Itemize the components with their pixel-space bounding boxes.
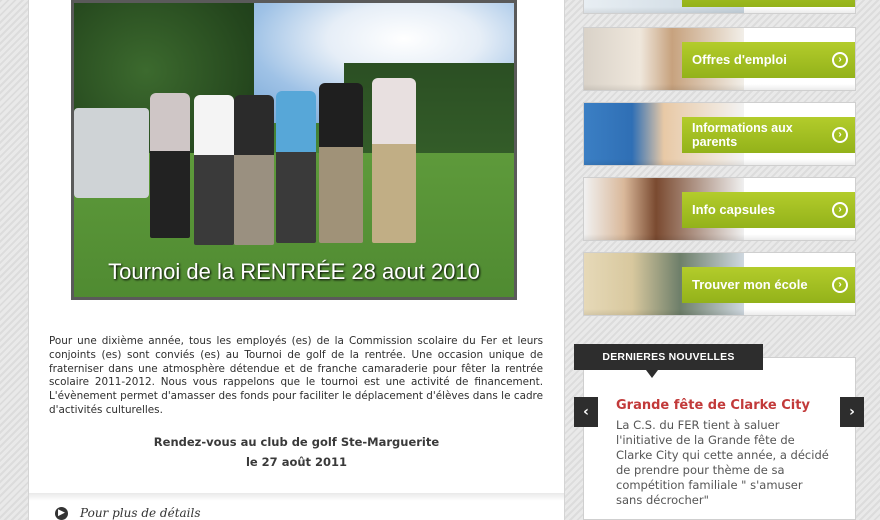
golfer	[372, 78, 416, 243]
banner-label: Informations aux parents	[692, 121, 793, 149]
section-divider	[29, 493, 564, 501]
banner-label: Trouver mon école	[692, 277, 808, 292]
banner-tag	[682, 0, 855, 7]
sidebar-banner-info-capsules[interactable]: Info capsules ›	[583, 177, 856, 241]
more-details-label: Pour plus de détails	[80, 506, 201, 520]
news-header-pointer	[646, 370, 658, 378]
golfer	[234, 95, 274, 245]
news-header: DERNIERES NOUVELLES	[574, 344, 763, 370]
golfer	[319, 83, 363, 243]
article-text: Pour une dixième année, tous les employé…	[49, 335, 543, 416]
news-prev-button[interactable]: ‹	[574, 397, 598, 427]
banner-shadow	[584, 234, 855, 240]
banner-tag: Offres d'emploi ›	[682, 42, 855, 78]
arrow-right-icon: ›	[832, 277, 848, 293]
banner-label: Offres d'emploi	[692, 52, 787, 67]
arrow-right-icon: ›	[832, 52, 848, 68]
rendezvous-info: Rendez-vous au club de golf Ste-Margueri…	[29, 432, 564, 472]
arrow-right-circle-icon: ▶	[55, 507, 68, 520]
photo-caption: Tournoi de la RENTRÉE 28 aout 2010	[108, 259, 480, 284]
rendezvous-location: Rendez-vous au club de golf Ste-Margueri…	[153, 435, 440, 449]
event-photo: Tournoi de la RENTRÉE 28 aout 2010	[71, 0, 517, 300]
arrow-right-icon: ›	[832, 202, 848, 218]
golfer	[194, 95, 234, 245]
golfer	[276, 91, 316, 243]
news-item-body: La C.S. du FER tient à saluer l'initiati…	[616, 418, 829, 507]
news-next-button[interactable]: ›	[840, 397, 864, 427]
banner-shadow	[584, 84, 855, 90]
banner-label: Info capsules	[692, 202, 776, 217]
news-item-title[interactable]: Grande fête de Clarke City	[616, 398, 810, 413]
sidebar-banner-trouver-ecole[interactable]: Trouver mon école ›	[583, 252, 856, 316]
banner-tag: Info capsules ›	[682, 192, 855, 228]
sidebar-banner-offres-emploi[interactable]: Offres d'emploi ›	[583, 27, 856, 91]
banner-tag: Informations aux parents ›	[682, 117, 855, 153]
golf-cart	[74, 108, 149, 198]
banner-tag: Trouver mon école ›	[682, 267, 855, 303]
banner-shadow	[584, 7, 855, 13]
sidebar-banner-informations-parents[interactable]: Informations aux parents ›	[583, 102, 856, 166]
golfer	[150, 93, 190, 238]
banner-shadow	[584, 159, 855, 165]
main-content-panel: Tournoi de la RENTRÉE 28 aout 2010 Pour …	[28, 0, 565, 520]
more-details-link[interactable]: ▶ Pour plus de détails	[55, 506, 201, 520]
arrow-right-icon: ›	[832, 127, 848, 143]
banner-shadow	[584, 309, 855, 315]
sidebar-banner-top[interactable]	[583, 0, 856, 14]
rendezvous-date: le 27 août 2011	[245, 455, 348, 469]
